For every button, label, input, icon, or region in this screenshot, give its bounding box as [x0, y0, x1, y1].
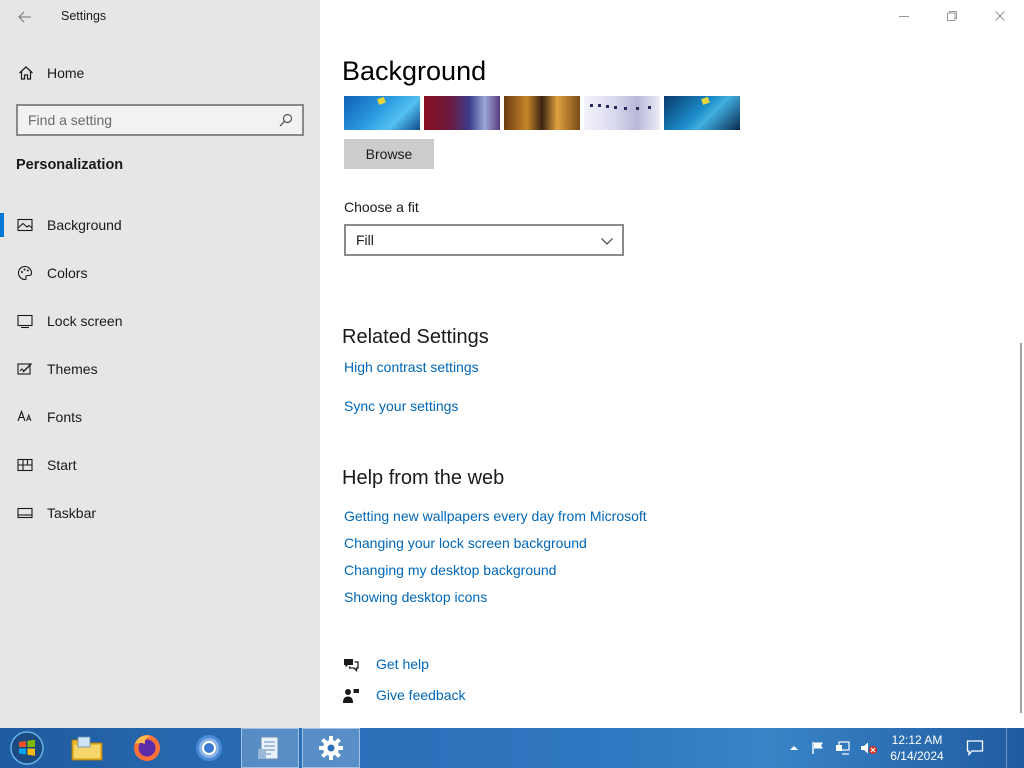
close-icon [995, 11, 1005, 21]
close-button[interactable] [976, 0, 1024, 32]
wallpaper-thumbnail[interactable] [344, 96, 420, 130]
notifications-icon [966, 740, 984, 757]
app-title: Settings [61, 9, 107, 23]
chat-help-icon [342, 656, 360, 674]
sync-settings-link[interactable]: Sync your settings [344, 398, 458, 414]
notifications-button[interactable] [962, 728, 988, 768]
choose-fit-dropdown[interactable]: Fill [344, 224, 624, 256]
clock-time: 12:12 AM [891, 733, 943, 747]
taskbar-icon [17, 505, 33, 521]
notepad-icon [258, 736, 279, 760]
related-settings-heading: Related Settings [342, 326, 489, 348]
minimize-button[interactable] [880, 0, 928, 32]
sidebar-item-label: Fonts [47, 409, 83, 425]
window-controls [880, 0, 1024, 32]
desktop-icons-help-link[interactable]: Showing desktop icons [344, 589, 487, 605]
gear-icon [319, 736, 343, 760]
fit-value: Fill [356, 232, 374, 248]
lock-screen-icon [17, 313, 33, 329]
clock-date: 6/14/2024 [890, 749, 944, 763]
chrome-icon [196, 735, 222, 761]
network-icon [836, 741, 850, 755]
home-icon [18, 65, 34, 81]
taskbar-clock[interactable]: 12:12 AM 6/14/2024 [884, 732, 950, 764]
choose-fit-label: Choose a fit [344, 199, 419, 215]
wallpaper-thumbnail[interactable] [664, 96, 740, 130]
wallpaper-thumbnail[interactable] [424, 96, 500, 130]
fonts-icon [17, 409, 33, 425]
home-label: Home [47, 65, 85, 81]
windows-orb-icon [10, 731, 44, 765]
chevron-down-icon [600, 234, 614, 248]
wallpaper-thumbnail[interactable] [584, 96, 660, 130]
firefox-icon [134, 735, 160, 761]
settings-sidebar: Settings Home Personalization Background [0, 0, 320, 728]
section-title: Personalization [16, 157, 124, 173]
screen: Settings Home Personalization Background [0, 0, 1024, 768]
flag-icon [812, 742, 823, 754]
sidebar-item-background[interactable]: Background [0, 205, 320, 245]
show-hidden-icons-button[interactable] [786, 728, 802, 768]
volume-button[interactable] [858, 728, 880, 768]
settings-app-button[interactable] [302, 728, 360, 768]
show-desktop-button[interactable] [1006, 728, 1024, 768]
sidebar-item-label: Taskbar [47, 505, 97, 521]
start-icon [17, 457, 33, 473]
folder-icon [71, 736, 103, 761]
network-button[interactable] [832, 728, 854, 768]
give-feedback-link[interactable]: Give feedback [376, 687, 466, 703]
wallpapers-help-link[interactable]: Getting new wallpapers every day from Mi… [344, 508, 647, 524]
lock-screen-help-link[interactable]: Changing your lock screen background [344, 535, 587, 551]
get-help-link[interactable]: Get help [376, 656, 429, 672]
wallpaper-thumbnail[interactable] [504, 96, 580, 130]
sidebar-item-label: Background [47, 217, 122, 233]
start-button[interactable] [0, 728, 54, 768]
action-center-flag-button[interactable] [808, 728, 828, 768]
desktop-background-help-link[interactable]: Changing my desktop background [344, 562, 556, 578]
chevron-up-icon [790, 746, 798, 750]
page-title: Background [342, 56, 487, 86]
search-input[interactable] [26, 110, 276, 130]
volume-muted-icon [861, 742, 877, 754]
minimize-icon [899, 16, 909, 17]
selected-indicator [0, 213, 4, 237]
themes-icon [17, 361, 33, 377]
firefox-button[interactable] [118, 728, 176, 768]
help-from-web-heading: Help from the web [342, 467, 505, 489]
feedback-person-icon [342, 687, 360, 705]
sidebar-item-lock-screen[interactable]: Lock screen [0, 301, 320, 341]
scrollbar[interactable] [1020, 343, 1022, 713]
sidebar-item-start[interactable]: Start [0, 445, 320, 485]
settings-content: Background Browse Choose a fit Fill Rela… [320, 0, 1024, 728]
file-explorer-button[interactable] [58, 728, 116, 768]
sidebar-item-label: Lock screen [47, 313, 123, 329]
picture-icon [17, 217, 33, 233]
document-app-button[interactable] [241, 728, 299, 768]
back-arrow-icon[interactable] [14, 6, 36, 28]
taskbar: 12:12 AM 6/14/2024 [0, 728, 1024, 768]
search-icon[interactable] [278, 112, 294, 128]
browse-button[interactable]: Browse [344, 139, 434, 169]
sidebar-item-label: Themes [47, 361, 98, 377]
sidebar-item-home[interactable]: Home [0, 58, 320, 88]
restore-button[interactable] [928, 0, 976, 32]
restore-icon [947, 11, 957, 21]
high-contrast-link[interactable]: High contrast settings [344, 359, 479, 375]
sidebar-item-taskbar[interactable]: Taskbar [0, 493, 320, 533]
sidebar-item-label: Colors [47, 265, 88, 281]
palette-icon [17, 265, 33, 281]
sidebar-item-label: Start [47, 457, 77, 473]
sidebar-item-fonts[interactable]: Fonts [0, 397, 320, 437]
sidebar-item-themes[interactable]: Themes [0, 349, 320, 389]
search-box[interactable] [16, 104, 304, 136]
sidebar-item-colors[interactable]: Colors [0, 253, 320, 293]
chrome-button[interactable] [180, 728, 238, 768]
